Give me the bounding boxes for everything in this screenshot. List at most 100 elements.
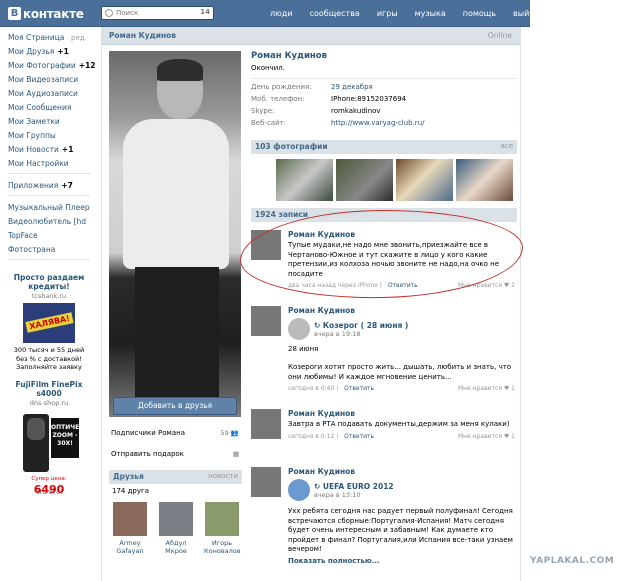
sidebar-item-label: Мои Заметки — [8, 117, 60, 126]
sidebar-app-topface[interactable]: TopFace — [8, 229, 90, 243]
group-time: вчера в 13:10 — [314, 490, 361, 499]
friend-item[interactable]: Абдул Мкрое — [158, 502, 194, 555]
sidebar-item-label: Мои Аудиозаписи — [8, 89, 78, 98]
sidebar-edit-link[interactable]: ред. — [71, 31, 87, 45]
sidebar-item-notes[interactable]: Мои Заметки — [8, 115, 90, 129]
nav-games[interactable]: игры — [377, 9, 398, 18]
post-time[interactable]: сегодня в 0:40 — [288, 385, 334, 392]
nav-help[interactable]: помощь — [463, 9, 496, 18]
subscribers-link[interactable]: Подписчики Романа 59 👥 — [111, 429, 239, 441]
info-key: День рождения: — [251, 83, 312, 91]
group-name-text: UEFA EURO 2012 — [322, 481, 394, 491]
nav-people[interactable]: люди — [270, 9, 293, 18]
profile-header: Роман Кудинов Online — [102, 27, 520, 45]
ad-text: 300 тысяч и 55 дней без % с доставкой! З… — [13, 346, 85, 371]
sidebar-app-music-player[interactable]: Музыкальный Плеер — [8, 201, 90, 215]
group-name: ↻ UEFA EURO 2012 — [314, 482, 394, 491]
photos-title[interactable]: 103 фотографии — [255, 142, 328, 151]
post-reply-link[interactable]: Ответить — [344, 433, 374, 440]
ad-credit[interactable]: Просто раздаем кредиты! tcsbank.ru ХАЛЯВ… — [8, 273, 90, 372]
photos-all-link[interactable]: все — [501, 142, 513, 150]
vk-logo-text: контакте — [23, 6, 84, 21]
sidebar-app-video-lover[interactable]: Видеолюбитель [hd — [8, 215, 90, 229]
sidebar-item-label: Мои Сообщения — [8, 103, 72, 112]
post-meta: два часа назад через iPhone | Ответить Мн… — [288, 282, 515, 289]
post-author[interactable]: Роман Кудинов — [288, 306, 517, 315]
search-box[interactable]: 14 — [101, 6, 214, 20]
watermark: YAPLAKAL.COM — [530, 556, 615, 566]
sidebar-item-photos[interactable]: Мои Фотографии +12 — [8, 59, 96, 73]
friend-item[interactable]: Armey Gafayan — [112, 502, 148, 555]
sidebar-item-messages[interactable]: Мои Сообщения — [8, 101, 90, 115]
nav-logout[interactable]: выйти — [513, 9, 539, 18]
post-like[interactable]: Мне нравится ♥ 1 — [458, 433, 515, 440]
sidebar-item-label: Мои Настройки — [8, 159, 69, 168]
wall-header: 1924 записи — [251, 208, 517, 222]
ad-zoom-text: ОПТИЧЕСКИЙ ZOOM - 30X! — [51, 417, 99, 458]
post-reply-link[interactable]: Ответить — [344, 385, 374, 392]
like-count: 1 — [511, 385, 515, 392]
photo-thumb[interactable] — [336, 159, 393, 201]
post-body: Роман Кудинов Завтра в РТА подавать доку… — [288, 409, 517, 442]
nav-communities[interactable]: сообщества — [310, 9, 360, 18]
search-input[interactable] — [116, 8, 196, 18]
post-like[interactable]: Мне нравится ♥ 2 — [458, 282, 515, 289]
sidebar-item-label: Моя Страница — [8, 33, 65, 42]
post-group-share[interactable]: ↻ Козерог ( 28 июня ) вчера в 19:18 — [288, 318, 517, 340]
friends-list: Armey Gafayan Абдул Мкрое Игорь Коновало… — [112, 502, 241, 555]
sidebar-item-badge: +12 — [78, 61, 96, 70]
show-full-link[interactable]: Показать полностью... — [288, 557, 517, 565]
post-group-share[interactable]: ↻ UEFA EURO 2012 вчера в 13:10 — [288, 479, 517, 501]
info-key: Skype: — [251, 107, 275, 115]
wall-post: Роман Кудинов Завтра в РТА подавать доку… — [251, 409, 517, 449]
sidebar-app-fotostrana[interactable]: Фотострана — [8, 243, 90, 257]
friends-news-link[interactable]: новости — [208, 472, 238, 480]
info-value[interactable]: 29 декабря — [331, 83, 373, 91]
photo-thumb[interactable] — [276, 159, 333, 201]
post-time[interactable]: два часа назад через iPhone — [288, 282, 378, 289]
friend-item[interactable]: Игорь Коновалов — [204, 502, 241, 555]
info-row-birthday: День рождения: 29 декабря — [251, 83, 517, 95]
photo-thumb[interactable] — [456, 159, 513, 201]
nav-music[interactable]: музыка — [415, 9, 446, 18]
friend-name: Абдул Мкрое — [165, 539, 187, 555]
post-avatar[interactable] — [251, 230, 281, 260]
post-reply-link[interactable]: Ответить — [388, 282, 418, 289]
sidebar-item-badge: +1 — [61, 145, 74, 154]
profile-main: Роман Кудинов Online Добавить в друзья П… — [101, 27, 521, 581]
info-value[interactable]: http://www.varyag-club.ru/ — [331, 119, 425, 127]
photo-thumb[interactable] — [396, 159, 453, 201]
post-text: Завтра в РТА подавать документы,держим з… — [288, 420, 510, 428]
friends-title[interactable]: Друзья — [113, 472, 144, 481]
add-friend-button[interactable]: Добавить в друзья — [113, 397, 237, 415]
vk-logo[interactable]: В контакте — [8, 6, 84, 21]
post-author[interactable]: Роман Кудинов — [288, 409, 517, 418]
post-avatar[interactable] — [251, 306, 281, 336]
send-gift-link[interactable]: Отправить подарок ▦ — [111, 450, 239, 462]
sidebar-item-my-page[interactable]: Моя Страница ред. — [8, 31, 90, 45]
info-row-website: Веб-сайт: http://www.varyag-club.ru/ — [251, 119, 517, 131]
sidebar-item-apps[interactable]: Приложения +7 — [8, 179, 90, 193]
post-like[interactable]: Мне нравится ♥ 1 — [458, 385, 515, 392]
sidebar-item-groups[interactable]: Мои Группы — [8, 129, 90, 143]
ad-camera[interactable]: FujiFilm FinePix s4000 dns-shop.ru ОПТИЧ… — [8, 380, 99, 496]
post-author[interactable]: Роман Кудинов — [288, 230, 517, 239]
sidebar-item-news[interactable]: Мои Новости +1 — [8, 143, 90, 157]
post-author[interactable]: Роман Кудинов — [288, 467, 517, 476]
sidebar-item-videos[interactable]: Мои Видеозаписи — [8, 73, 90, 87]
subscribers-count: 59 👥 — [221, 429, 239, 437]
sidebar-item-audio[interactable]: Мои Аудиозаписи — [8, 87, 90, 101]
sidebar-item-settings[interactable]: Мои Настройки — [8, 157, 90, 171]
sidebar-item-friends[interactable]: Мои Друзья +1 — [8, 45, 90, 59]
post-meta: сегодня в 0:12 | Ответить Мне нравится ♥ … — [288, 432, 515, 440]
like-label: Мне нравится — [457, 432, 502, 440]
photo-shirt — [123, 119, 229, 269]
sidebar-item-label: Мои Новости — [8, 145, 59, 154]
subscribers-count-value: 59 — [220, 429, 229, 437]
post-time[interactable]: сегодня в 0:12 — [288, 433, 334, 440]
profile-photo[interactable] — [109, 51, 241, 417]
ad-banner-text: ХАЛЯВА! — [25, 312, 74, 333]
post-avatar[interactable] — [251, 467, 281, 497]
friends-count: 174 друга — [112, 487, 149, 495]
post-avatar[interactable] — [251, 409, 281, 439]
